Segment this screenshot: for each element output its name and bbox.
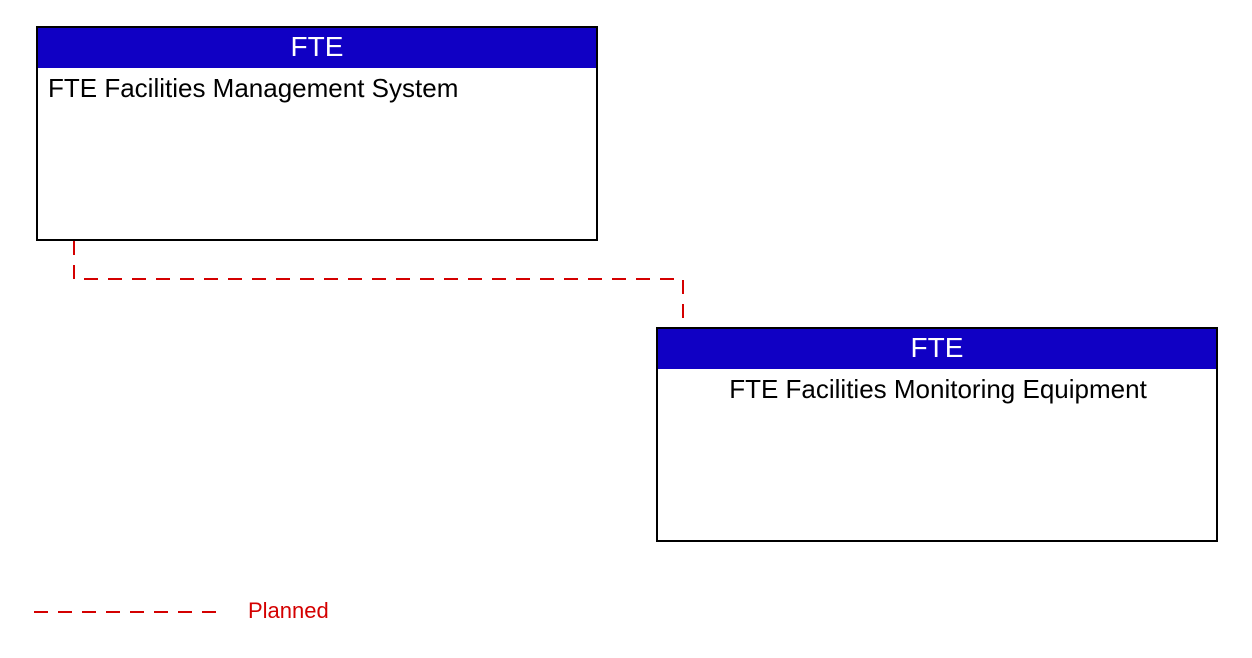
connector-mgmt-monitor [74,241,683,327]
node-body: FTE Facilities Management System [38,68,596,105]
node-fte-monitoring-equipment: FTE FTE Facilities Monitoring Equipment [656,327,1218,542]
node-body: FTE Facilities Monitoring Equipment [658,369,1216,406]
node-fte-management-system: FTE FTE Facilities Management System [36,26,598,241]
legend-planned-label: Planned [248,598,329,624]
node-header: FTE [658,329,1216,369]
node-header: FTE [38,28,596,68]
